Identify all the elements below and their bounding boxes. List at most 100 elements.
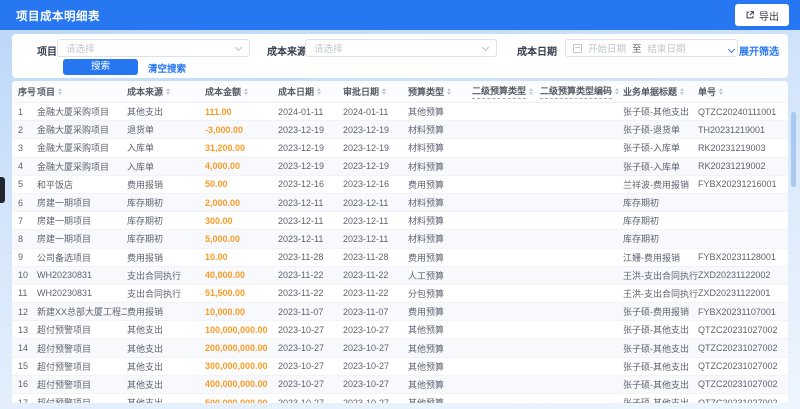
cell-budget-type: 材料预算 (408, 198, 445, 209)
cell-index: 11 (18, 288, 28, 299)
cell-cost-amount: 4,000.00 (205, 161, 241, 172)
cell-cost-date: 2023-11-22 (278, 270, 324, 281)
export-button-label: 导出 (759, 11, 779, 23)
export-button[interactable]: 导出 (735, 4, 789, 26)
table-row: 6 房建一期项目 库存期初 2,000.00 2023-12-11 2023-12-11 材… (12, 193, 788, 213)
table-row: 14 超付预警项目 其他支出 200,000,000.00 2023-10-27 2023… (12, 339, 788, 358)
cell-approval-date: 2023-11-07 (343, 306, 389, 317)
cell-cost-source: 入库单 (127, 143, 155, 154)
cell-cost-amount: 300.00 (205, 215, 233, 226)
cell-cost-source: 费用报销 (127, 179, 164, 190)
cell-budget-type: 其他预算 (408, 325, 445, 336)
sort-caret-icon[interactable] (529, 88, 534, 95)
cell-cost-amount: 400,000,000.00 (205, 379, 268, 390)
column-header-label: 单号 (698, 87, 717, 97)
cost-detail-table: 序号 项目 成本来源 成本金额 成本日期 审批日期 预算类型 二级预算类型 二级预算类型编码 业务… (12, 81, 788, 403)
search-button[interactable]: 搜索 (63, 59, 138, 75)
page-title: 项目成本明细表 (16, 11, 100, 23)
clear-search-button[interactable]: 清空搜索 (148, 61, 186, 75)
cell-project: 超付预警项目 (37, 396, 127, 403)
cell-cost-amount: 300,000,000.00 (205, 361, 268, 372)
column-header-doc-title[interactable]: 业务单据标题 (623, 85, 698, 98)
column-header-label: 序号 (18, 87, 37, 97)
cell-approval-date: 2023-11-22 (343, 288, 389, 299)
sort-caret-icon[interactable] (719, 88, 724, 95)
end-date-placeholder: 结束日期 (647, 44, 686, 55)
column-header-label: 业务单据标题 (623, 87, 678, 97)
cell-approval-date: 2023-11-22 (343, 270, 389, 281)
column-header-cost-date[interactable]: 成本日期 (278, 85, 343, 98)
cell-doc-no: QTZC20231027002 (698, 397, 778, 403)
cell-index: 17 (18, 397, 29, 403)
cell-doc-title: 张子硕-其他支出 (623, 107, 689, 118)
column-header-project[interactable]: 项目 (37, 85, 127, 98)
cell-cost-source: 费用报销 (127, 307, 164, 318)
cell-cost-date: 2023-10-27 (278, 343, 325, 354)
calendar-icon (573, 43, 582, 53)
cell-budget-type: 其他预算 (408, 361, 445, 372)
project-select[interactable]: 请选择 (57, 39, 250, 57)
cell-approval-date: 2023-12-11 (343, 233, 389, 244)
cost-source-select[interactable]: 请选择 (305, 39, 497, 57)
column-header-approval-date[interactable]: 审批日期 (343, 85, 408, 98)
column-header-doc-no[interactable]: 单号 (698, 85, 782, 98)
cost-date-range-picker[interactable]: 开始日期 至 结束日期 (565, 39, 738, 57)
cell-budget-type: 其他预算 (408, 343, 445, 354)
expand-filters-link[interactable]: 展开筛选 (727, 43, 779, 58)
column-header-cost-source[interactable]: 成本来源 (127, 85, 205, 98)
sort-caret-icon[interactable] (680, 88, 685, 95)
column-header-sub-budget-code[interactable]: 二级预算类型编码 (540, 84, 623, 99)
table-row: 1 金融大厦采购项目 其他支出 111.00 2024-01-11 2024-01-11 其… (12, 103, 788, 122)
column-header-label: 项目 (37, 87, 56, 97)
cell-project: 新建XX总部大厦工程二期 (37, 307, 127, 318)
cell-budget-type: 材料预算 (408, 161, 445, 172)
vertical-scrollbar-thumb[interactable] (791, 112, 796, 187)
cell-project: 房建一期项目 (37, 216, 92, 227)
side-drawer-handle[interactable] (0, 177, 5, 203)
cell-cost-amount: -3,000.00 (205, 124, 244, 135)
table-row: 8 房建一期项目 库存期初 5,000.00 2023-12-11 2023-12-11 材… (12, 230, 788, 249)
date-range-separator: 至 (632, 44, 642, 55)
sort-caret-icon[interactable] (58, 88, 63, 95)
column-header-cost-amount[interactable]: 成本金额 (205, 85, 278, 98)
cell-doc-no: FYBX20231216001 (698, 179, 777, 190)
cell-cost-source: 其他支出 (127, 379, 164, 390)
cell-project: 金融大厦采购项目 (37, 125, 110, 136)
table-row: 5 和平饭店 费用报销 50.00 2023-12-16 2023-12-16 费用预算 兰祥… (12, 175, 788, 194)
cell-cost-source: 费用报销 (127, 252, 164, 263)
column-header-budget-type[interactable]: 预算类型 (408, 85, 472, 98)
column-header-label: 二级预算类型 (472, 84, 527, 99)
cell-cost-amount: 50.00 (205, 179, 228, 190)
cell-doc-no: TH20231219001 (698, 124, 766, 135)
cell-index: 7 (18, 215, 24, 226)
project-filter-label: 项目 (37, 47, 57, 58)
sort-caret-icon[interactable] (447, 88, 452, 95)
cell-index: 3 (18, 142, 24, 153)
cell-doc-title: 张子硕-其他支出 (623, 325, 689, 336)
cell-cost-date: 2024-01-11 (278, 106, 324, 117)
cell-doc-title: 张子硕-入库单 (623, 143, 680, 154)
sort-caret-icon[interactable] (382, 88, 387, 95)
cell-doc-title: 江姗-费用报销 (623, 252, 680, 263)
cell-cost-source: 入库单 (127, 161, 155, 172)
column-header-sub-budget-type[interactable]: 二级预算类型 (472, 84, 540, 99)
cell-doc-no: QTZC20231027002 (698, 343, 778, 354)
top-bar: 项目成本明细表 导出 (0, 0, 800, 30)
table-row: 17 超付预警项目其他支出500,000,000.00 2023-10-27 2023… (12, 394, 788, 403)
table-row: 4 金融大厦采购项目 入库单 4,000.00 2023-12-19 2023-12-19… (12, 157, 788, 176)
table-body: 1 金融大厦采购项目 其他支出 111.00 2024-01-11 2024-01-11 其… (12, 103, 788, 403)
sort-caret-icon[interactable] (244, 88, 249, 95)
cell-index: 12 (18, 306, 29, 317)
sort-caret-icon[interactable] (615, 88, 620, 95)
cell-approval-date: 2023-12-11 (343, 215, 389, 226)
cell-doc-title: 张子硕-入库单 (623, 161, 680, 172)
cell-budget-type: 材料预算 (408, 125, 445, 136)
start-date-placeholder: 开始日期 (588, 44, 627, 55)
cell-approval-date: 2023-10-27 (343, 343, 390, 354)
expand-filters-label: 展开筛选 (739, 47, 779, 58)
sort-caret-icon[interactable] (166, 88, 171, 95)
cell-cost-source: 其他支出 (127, 396, 205, 403)
cell-doc-title: 张子硕-其他支出 (623, 396, 698, 403)
sort-caret-icon[interactable] (317, 88, 322, 95)
cost-source-select-placeholder: 请选择 (314, 44, 343, 55)
